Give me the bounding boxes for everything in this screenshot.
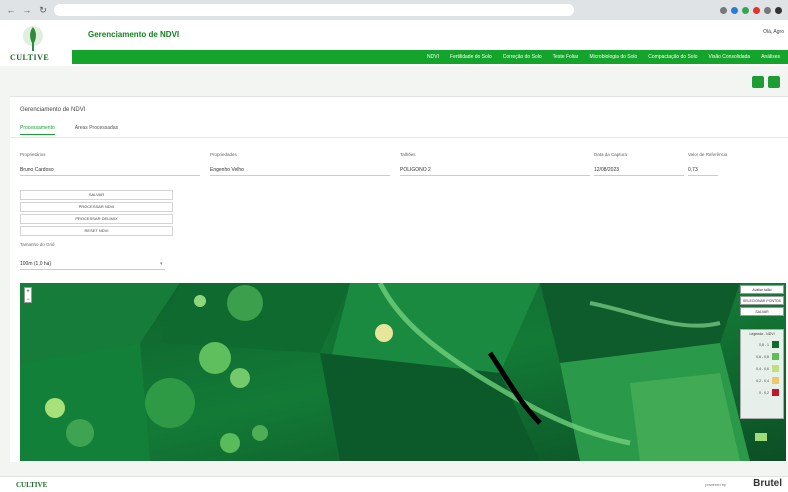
legend-entry-label: 0,6 - 0,8 [756, 354, 769, 359]
zoom-in-button[interactable]: + [25, 288, 31, 296]
legend-entry-label: 0,8 - 1 [759, 342, 769, 347]
menu-item[interactable]: Correção do Solo [503, 54, 542, 60]
capture-date-input[interactable]: 12/08/2023 [594, 165, 684, 176]
page-title: Gerenciamento de NDVI [88, 30, 180, 39]
field-select[interactable]: POLIGONO 2 [400, 165, 590, 176]
export-button[interactable] [768, 76, 780, 88]
menu-item[interactable]: Fertilidade do Solo [450, 54, 492, 60]
chevron-down-icon: ▾ [160, 261, 163, 267]
process-delimix-button[interactable]: PROCESSAR DELIMIX [20, 214, 173, 224]
reference-label: Valor de Referência [688, 152, 728, 157]
tab-bar: Processamento Áreas Processadas [20, 125, 118, 135]
address-bar[interactable] [54, 4, 574, 16]
menu-item[interactable]: Microbiologia do Solo [589, 54, 637, 60]
reload-icon[interactable]: ↻ [38, 5, 48, 15]
ndvi-map-image [20, 283, 786, 461]
back-icon[interactable]: ← [6, 5, 16, 15]
legend-entry-label: 0,4 - 0,6 [756, 366, 769, 371]
ndvi-legend: Legenda - NDVI 0,8 - 1 0,6 - 0,8 0,4 - 0,6… [740, 329, 784, 419]
legend-entry: 0,4 - 0,6 [741, 365, 779, 372]
powered-by-text: powered by [705, 482, 726, 487]
legend-entry: 0 - 0,2 [741, 389, 779, 396]
menu-item[interactable]: NDVI [427, 54, 439, 60]
menu-item[interactable]: Teste Foliar [553, 54, 579, 60]
legend-title: Legenda - NDVI [749, 332, 775, 336]
main-menu: NDVI Fertilidade do Solo Correção do Solo T… [72, 50, 788, 64]
grid-size-label: Tamanho do Grid [20, 242, 55, 247]
legend-entry-label: 0 - 0,2 [759, 390, 769, 395]
tab-areas-processadas[interactable]: Áreas Processadas [75, 125, 118, 135]
legend-swatch [772, 341, 779, 348]
browser-toolbar: ← → ↻ [0, 0, 788, 20]
tab-processamento[interactable]: Processamento [20, 125, 55, 135]
extension-icon[interactable] [742, 6, 749, 14]
save-button[interactable]: SALVAR [20, 190, 173, 200]
menu-item[interactable]: Compactação do Solo [648, 54, 697, 60]
extension-icon[interactable] [753, 6, 760, 14]
logo-text: CULTIVE [10, 53, 50, 62]
process-ndvi-button[interactable]: PROCESSAR NDVI [20, 202, 173, 212]
field-label: Talhões [400, 152, 416, 157]
menu-item[interactable]: Visão Consolidada [708, 54, 750, 60]
footer-brand: Brutel [753, 478, 782, 489]
legend-swatch [772, 353, 779, 360]
extension-icon[interactable] [764, 6, 771, 14]
ndvi-card: Gerenciamento de NDVI Processamento Área… [10, 96, 788, 462]
ndvi-map[interactable]: + − Avaliar talão SELECIONAR PONTOS SALV… [20, 283, 786, 461]
legend-entry-label: 0,2 - 0,4 [756, 378, 769, 383]
forward-icon[interactable]: → [22, 5, 32, 15]
tab-divider [10, 137, 788, 138]
legend-entry: 0,2 - 0,4 [741, 377, 779, 384]
extension-icon[interactable] [720, 6, 727, 14]
menu-item[interactable]: Análises [761, 54, 780, 60]
extension-icons [720, 6, 782, 14]
property-select[interactable]: Engenho Velho [210, 165, 390, 176]
map-save-button[interactable]: SALVAR [740, 307, 784, 316]
legend-entry: 0,6 - 0,8 [741, 353, 779, 360]
evaluate-plot-button[interactable]: Avaliar talão [740, 285, 784, 294]
extension-icon[interactable] [731, 6, 738, 14]
capture-date-label: Data da Captura [594, 152, 628, 157]
grid-size-select[interactable]: 100m (1,0 ha) [20, 259, 165, 270]
legend-swatch [772, 365, 779, 372]
footer-logo: CULTIVE [16, 481, 48, 489]
legend-swatch [772, 389, 779, 396]
property-label: Propriedades [210, 152, 237, 157]
refresh-button[interactable] [752, 76, 764, 88]
zoom-out-button[interactable]: − [25, 296, 31, 304]
profile-icon[interactable] [775, 6, 782, 14]
select-points-button[interactable]: SELECIONAR PONTOS [740, 296, 784, 305]
user-name[interactable]: Olá, Agro [763, 29, 784, 35]
owner-select[interactable]: Bruno Cardoso [20, 165, 200, 176]
legend-swatch [772, 377, 779, 384]
legend-entry: 0,8 - 1 [741, 341, 779, 348]
footer: CULTIVE powered by Brutel [0, 476, 788, 492]
app-header: CULTIVE Gerenciamento de NDVI Olá, Agro … [0, 20, 788, 66]
zoom-control[interactable]: + − [24, 287, 32, 303]
card-title: Gerenciamento de NDVI [20, 107, 86, 113]
reset-ndvi-button[interactable]: RESET NDVI [20, 226, 173, 236]
owner-label: Proprietários [20, 152, 46, 157]
reference-input[interactable]: 0,73 [688, 165, 718, 176]
